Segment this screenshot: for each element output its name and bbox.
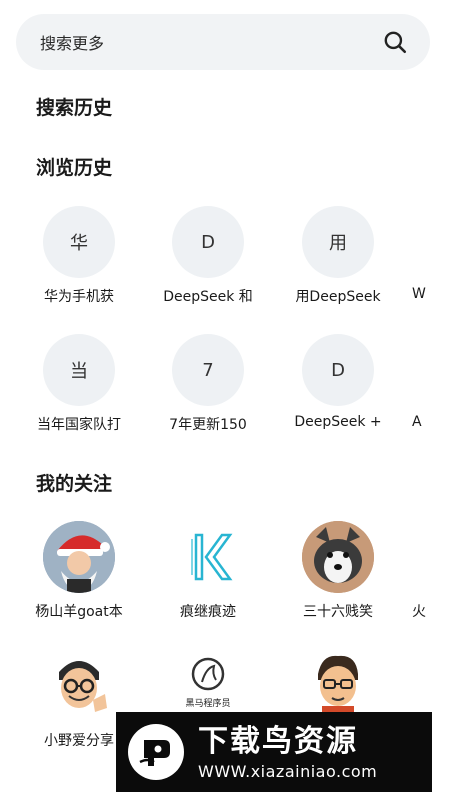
k-logo-icon <box>191 533 233 581</box>
search-history-title: 搜索历史 <box>36 97 113 119</box>
husky-avatar-icon <box>302 521 374 593</box>
browse-item[interactable]: 7 7年更新150 <box>143 334 273 454</box>
browse-item[interactable]: D DeepSeek + <box>273 334 403 454</box>
bird-logo-icon <box>128 724 184 780</box>
watermark-url: WWW.xiazainiao.com <box>198 761 378 781</box>
follow-item-label: 痕继痕迹 <box>180 604 236 620</box>
cartoon-glasses-avatar <box>43 650 115 722</box>
browse-row: 当 当年国家队打 7 7年更新150 D DeepSeek + A <box>0 334 450 454</box>
browse-item-icon: 7 <box>172 334 244 406</box>
watermark-banner: 下载鸟资源 WWW.xiazainiao.com <box>116 712 432 792</box>
browse-item-icon: 用 <box>302 206 374 278</box>
browse-row: 华 华为手机获 D DeepSeek 和 用 用DeepSeek W <box>0 206 450 326</box>
browse-item-icon: D <box>172 206 244 278</box>
browse-item-label: 用DeepSeek <box>295 289 381 305</box>
horse-logo-text: 黑马程序员 <box>185 697 230 709</box>
browse-item[interactable]: 华 华为手机获 <box>14 206 144 326</box>
cartoon-glasses-icon <box>59 661 107 712</box>
k-logo-avatar <box>172 521 244 593</box>
browse-item[interactable]: 当 当年国家队打 <box>14 334 144 454</box>
santa-avatar <box>43 521 115 593</box>
browse-item[interactable]: 用 用DeepSeek <box>273 206 403 326</box>
browse-item-icon: 当 <box>43 334 115 406</box>
follow-item[interactable]: 杨山羊goat本 <box>14 521 144 641</box>
follow-item[interactable]: 三十六贱笑 <box>273 521 403 641</box>
browse-item-label: DeepSeek + <box>294 414 382 430</box>
follow-item-label: 三十六贱笑 <box>303 604 373 620</box>
browse-item-label: 华为手机获 <box>44 289 114 305</box>
follow-row: 杨山羊goat本 痕继痕迹 三十六贱笑 火 <box>0 521 450 641</box>
follow-item-label: 杨山羊goat本 <box>35 604 123 620</box>
browse-history-title: 浏览历史 <box>36 157 113 179</box>
follow-item[interactable]: 痕继痕迹 <box>143 521 273 641</box>
browse-item-label: 7年更新150 <box>169 417 247 433</box>
browse-item-label: 当年国家队打 <box>37 417 121 433</box>
browse-item-label: A <box>412 414 422 430</box>
husky-avatar <box>302 521 374 593</box>
my-follow-title: 我的关注 <box>36 473 113 495</box>
follow-item[interactable]: 火 <box>412 521 450 641</box>
search-input[interactable]: 搜索更多 <box>40 30 382 54</box>
watermark-title: 下载鸟资源 <box>198 723 358 759</box>
browse-item[interactable]: D DeepSeek 和 <box>143 206 273 326</box>
santa-avatar-icon <box>43 521 115 593</box>
browse-item[interactable]: W <box>412 206 450 326</box>
browse-item-icon: 华 <box>43 206 115 278</box>
search-bar[interactable]: 搜索更多 <box>16 14 430 70</box>
browse-item-label: DeepSeek 和 <box>163 289 253 305</box>
browse-item[interactable]: A <box>412 334 450 454</box>
search-icon[interactable] <box>382 29 408 55</box>
browse-item-icon: D <box>302 334 374 406</box>
browse-item-label: W <box>412 286 426 302</box>
follow-item-label: 火 <box>412 604 426 620</box>
